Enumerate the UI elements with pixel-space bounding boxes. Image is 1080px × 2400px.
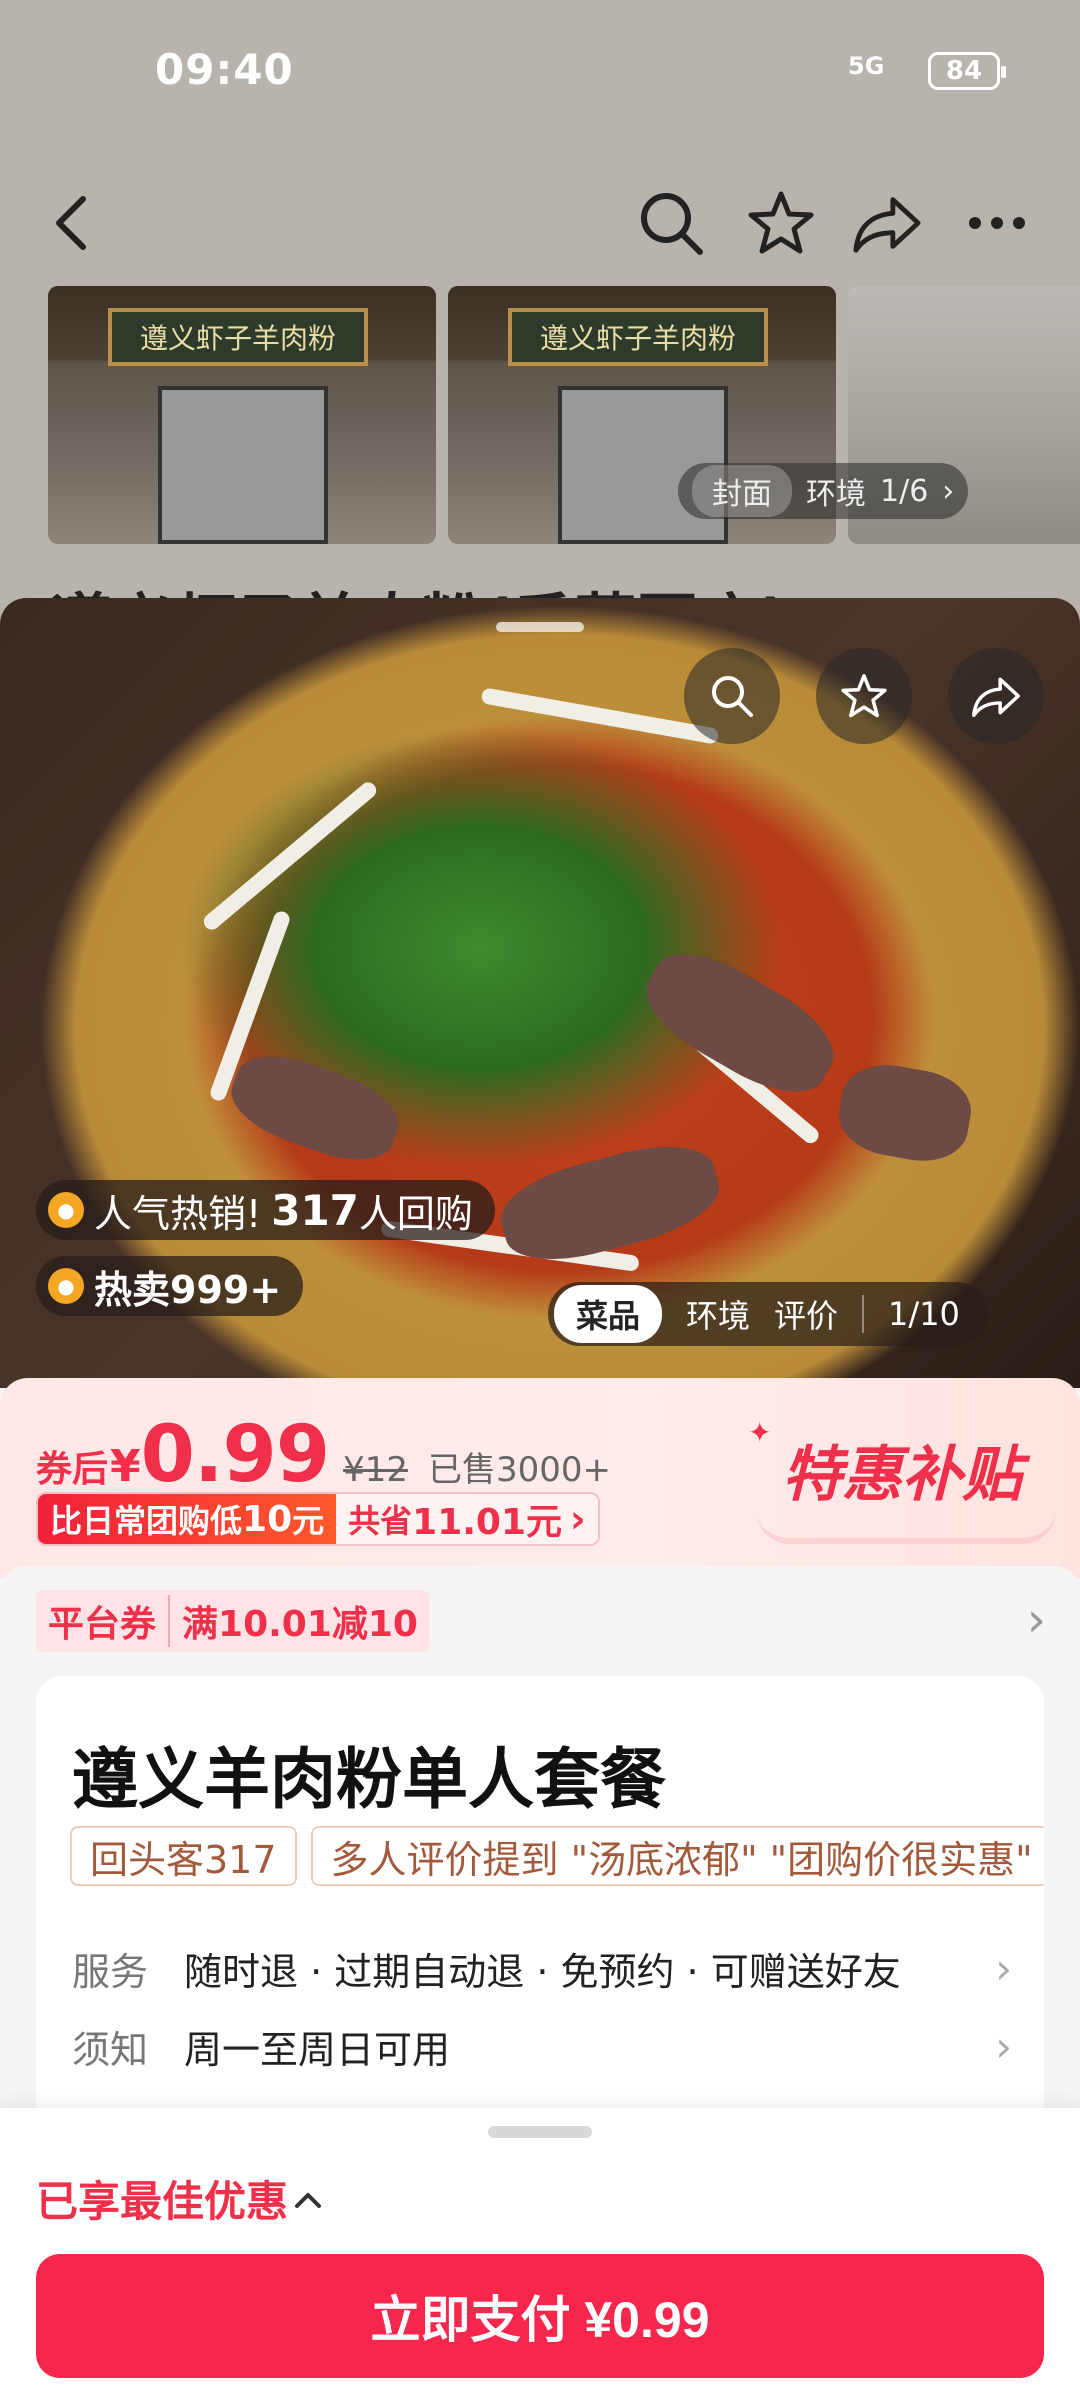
service-value: 随时退 · 过期自动退 · 免预约 · 可赠送好友 — [184, 1949, 901, 1994]
price-panel: 券后 ¥ 0.99 ¥12 已售3000+ ✦ 特惠补贴 比日常团购低 10 元… — [0, 1378, 1080, 1578]
store-photo[interactable]: 遵义虾子羊肉粉 — [48, 286, 436, 544]
tab-environment[interactable]: 环境 — [806, 469, 866, 513]
sold-count: 已售3000+ — [428, 1450, 612, 1490]
promo-a-unit: 元 — [292, 1502, 325, 1540]
search-icon[interactable] — [684, 648, 780, 744]
chevron-right-icon: › — [942, 473, 955, 509]
store-sign: 遵义虾子羊肉粉 — [108, 308, 368, 366]
signal-icon: 5G — [848, 52, 885, 80]
star-icon[interactable] — [816, 648, 912, 744]
noodle-strand — [200, 779, 380, 933]
original-price: ¥12 — [343, 1450, 408, 1490]
price-value: 0.99 — [140, 1410, 330, 1500]
store-sign: 遵义虾子羊肉粉 — [508, 308, 768, 366]
back-icon[interactable] — [36, 188, 106, 258]
promo-total-saved[interactable]: 共省 11.01元 › — [336, 1494, 598, 1544]
store-door — [158, 386, 328, 544]
promo-a-prefix: 比日常团购低 — [50, 1502, 243, 1540]
coupon-type: 平台券 — [36, 1595, 171, 1647]
promo-a-amount: 10 — [242, 1498, 293, 1540]
repurchase-count: 317 — [271, 1185, 359, 1235]
deal-title: 遵义羊肉粉单人套餐 — [72, 1741, 666, 1818]
best-offer-label: 已享最佳优惠 — [36, 2177, 289, 2226]
popular-prefix: 人气热销! — [94, 1191, 262, 1236]
promo-lower-than-usual: 比日常团购低 10 元 — [38, 1494, 337, 1544]
bag-icon: ● — [48, 1192, 84, 1228]
star-icon[interactable] — [746, 188, 816, 258]
chevron-up-icon — [294, 2179, 322, 2219]
store-photo-tabs[interactable]: 封面 环境 1/6 › — [678, 463, 969, 519]
notice-label: 须知 — [72, 2027, 149, 2072]
subsidy-label: 特惠补贴 — [782, 1440, 1022, 1510]
tab-review[interactable]: 评价 — [774, 1291, 838, 1337]
repeat-customer-tag: 回头客317 — [70, 1826, 297, 1886]
share-icon[interactable] — [948, 648, 1044, 744]
best-offer-toggle[interactable]: 已享最佳优惠 — [36, 2168, 322, 2229]
battery-icon: 84 — [928, 52, 1006, 90]
chevron-right-icon: › — [570, 1497, 586, 1541]
deal-tags: 回头客317 多人评价提到 "汤底浓郁" "团购价很实惠" — [70, 1826, 1044, 1886]
platform-coupon[interactable]: 平台券 满10.01减10 — [36, 1590, 430, 1652]
hot-sale-badge: ● 热卖999+ — [36, 1256, 304, 1316]
bottom-action-bar: 已享最佳优惠 立即支付 ¥0.99 — [0, 2108, 1080, 2400]
pay-now-button[interactable]: 立即支付 ¥0.99 — [36, 2254, 1044, 2378]
repurchase-suffix: 人回购 — [358, 1191, 473, 1236]
top-nav — [0, 170, 1080, 270]
search-icon[interactable] — [636, 188, 706, 258]
price-row: 券后 ¥ 0.99 ¥12 已售3000+ — [36, 1410, 611, 1500]
dish-photo[interactable]: ● 人气热销! 317 人回购 ● 热卖999+ 菜品 环境 评价 1/10 — [0, 598, 1080, 1388]
tab-dish[interactable]: 菜品 — [554, 1285, 663, 1343]
notice-row[interactable]: 须知 周一至周日可用 › — [72, 2016, 1012, 2076]
chevron-right-icon: › — [995, 2021, 1012, 2071]
bag-icon: ● — [48, 1268, 84, 1304]
tab-cover[interactable]: 封面 — [692, 465, 792, 517]
chevron-right-icon[interactable]: › — [1027, 1592, 1046, 1648]
photo-counter: 1/10 — [862, 1295, 982, 1333]
sparkle-icon: ✦ — [748, 1416, 772, 1449]
background-page: 09:40 5G 84 遵义虾子羊肉粉 遵义虾子羊肉粉 封面 环境 1/6 › — [0, 0, 1080, 659]
service-label: 服务 — [72, 1949, 149, 1994]
promo-b-prefix: 共省 — [348, 1502, 413, 1540]
share-icon[interactable] — [852, 188, 922, 258]
tab-environment[interactable]: 环境 — [686, 1291, 750, 1337]
price-prefix: 券后 — [36, 1449, 109, 1490]
notice-value: 周一至周日可用 — [184, 2027, 451, 2072]
status-bar: 09:40 5G 84 — [0, 0, 1080, 140]
more-icon[interactable] — [962, 188, 1032, 258]
subsidy-swoosh — [756, 1510, 1056, 1544]
photo-counter: 1/6 — [880, 473, 929, 509]
price-currency: ¥ — [110, 1441, 141, 1492]
promo-strip[interactable]: 比日常团购低 10 元 共省 11.01元 › — [36, 1492, 600, 1546]
review-highlight-tag[interactable]: 多人评价提到 "汤底浓郁" "团购价很实惠" — [310, 1826, 1044, 1886]
beef-slice — [833, 1057, 977, 1169]
popular-badge: ● 人气热销! 317 人回购 — [36, 1180, 495, 1240]
service-row[interactable]: 服务 随时退 · 过期自动退 · 免预约 · 可赠送好友 › — [72, 1938, 1012, 1998]
chevron-right-icon: › — [995, 1943, 1012, 1993]
bar-handle[interactable] — [488, 2126, 592, 2138]
coupon-rule: 满10.01减10 — [182, 1604, 418, 1645]
sheet-handle[interactable] — [496, 622, 584, 632]
beef-slice — [221, 1041, 409, 1175]
status-time: 09:40 — [155, 45, 294, 94]
hot-sale-text: 热卖999+ — [94, 1267, 282, 1312]
dish-photo-tabs[interactable]: 菜品 环境 评价 1/10 — [548, 1282, 988, 1346]
promo-b-amount: 11.01元 — [412, 1502, 563, 1543]
